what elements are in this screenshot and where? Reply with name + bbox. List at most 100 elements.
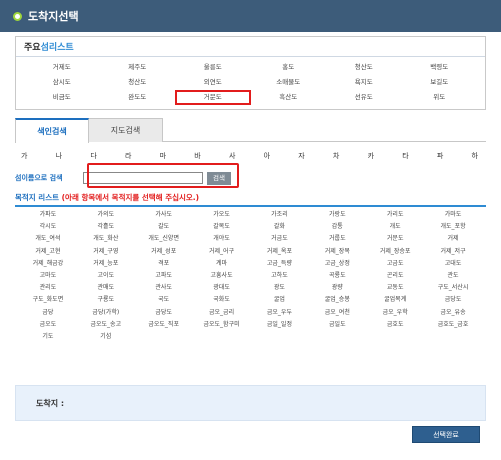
major-island-item[interactable]: 제주도 <box>100 60 176 75</box>
destination-item[interactable]: 거제_장승포 <box>366 246 424 258</box>
destination-item[interactable]: 기섬 <box>77 331 135 343</box>
destination-item[interactable]: 관매도 <box>77 282 135 294</box>
destination-item[interactable]: 금호도_금호 <box>424 319 482 331</box>
destination-item[interactable]: 개야도 <box>193 233 251 245</box>
search-button[interactable]: 검색 <box>207 171 231 185</box>
destination-item[interactable]: 굴업목계 <box>366 294 424 306</box>
destination-item[interactable]: 가리도 <box>366 209 424 221</box>
destination-item[interactable]: 교동도 <box>366 282 424 294</box>
major-island-item[interactable]: 울릉도 <box>175 60 251 75</box>
destination-item[interactable]: 거제_구영 <box>77 246 135 258</box>
destination-item[interactable]: 갈화 <box>251 221 309 233</box>
major-island-item[interactable]: 외연도 <box>175 75 251 90</box>
destination-item[interactable]: 고금_득량 <box>251 258 309 270</box>
destination-item[interactable]: 계마 <box>193 258 251 270</box>
destination-item[interactable]: 국도 <box>135 294 193 306</box>
destination-item[interactable]: 감통 <box>308 221 366 233</box>
destination-item[interactable]: 고하도 <box>251 270 309 282</box>
consonant-link[interactable]: 파 <box>437 151 443 163</box>
destination-item[interactable]: 거룹도 <box>308 233 366 245</box>
confirm-selection-button[interactable]: 선택완료 <box>412 426 480 443</box>
major-island-item[interactable]: 비금도 <box>24 90 100 105</box>
destination-item[interactable]: 고금도 <box>366 258 424 270</box>
destination-item[interactable]: 금오_금리 <box>193 307 251 319</box>
major-island-item[interactable]: 소매물도 <box>251 75 327 90</box>
major-island-item[interactable]: 홍도 <box>251 60 327 75</box>
consonant-link[interactable]: 나 <box>56 151 62 163</box>
consonant-link[interactable]: 마 <box>160 151 166 163</box>
destination-item[interactable]: 개도_포항 <box>424 221 482 233</box>
major-island-item[interactable]: 보길도 <box>402 75 478 90</box>
tab-map-search[interactable]: 지도검색 <box>89 118 163 142</box>
destination-item[interactable]: 거제_고현 <box>19 246 77 258</box>
destination-item[interactable]: 광량 <box>308 282 366 294</box>
tab-index-search[interactable]: 색인검색 <box>15 118 89 143</box>
destination-item[interactable]: 곡룡도 <box>308 270 366 282</box>
destination-item[interactable]: 고흥사도 <box>193 270 251 282</box>
destination-item[interactable]: 금오_유송 <box>424 307 482 319</box>
destination-item[interactable]: 금오_우학 <box>366 307 424 319</box>
destination-item[interactable]: 광대도 <box>193 282 251 294</box>
destination-item[interactable]: 고마도 <box>19 270 77 282</box>
destination-item[interactable]: 거금도 <box>251 233 309 245</box>
consonant-link[interactable]: 자 <box>298 151 304 163</box>
destination-item[interactable]: 개도 <box>366 221 424 233</box>
destination-item[interactable]: 금일_일정 <box>251 319 309 331</box>
destination-item[interactable]: 개도_여석 <box>19 233 77 245</box>
major-island-item[interactable]: 청산도 <box>100 75 176 90</box>
destination-item[interactable]: 거제_능포 <box>77 258 135 270</box>
destination-item[interactable]: 개도_화산 <box>77 233 135 245</box>
destination-item[interactable]: 금당도 <box>135 307 193 319</box>
consonant-link[interactable]: 라 <box>125 151 131 163</box>
consonant-link[interactable]: 다 <box>90 151 96 163</box>
destination-item[interactable]: 가파도 <box>19 209 77 221</box>
destination-item[interactable]: 고이도 <box>77 270 135 282</box>
destination-item[interactable]: 굴업 <box>251 294 309 306</box>
destination-item[interactable]: 거제 <box>424 233 482 245</box>
major-island-item[interactable]: 위도 <box>402 90 478 105</box>
major-island-item[interactable]: 삼시도 <box>24 75 100 90</box>
destination-item[interactable]: 기도 <box>19 331 77 343</box>
consonant-link[interactable]: 아 <box>264 151 270 163</box>
destination-item[interactable]: 금오도 <box>19 319 77 331</box>
consonant-link[interactable]: 타 <box>402 151 408 163</box>
destination-item[interactable]: 곤리도 <box>366 270 424 282</box>
destination-item[interactable]: 가랑도 <box>308 209 366 221</box>
destination-item[interactable]: 금오도_직포 <box>135 319 193 331</box>
destination-item[interactable]: 국화도 <box>193 294 251 306</box>
destination-item[interactable]: 거제_장목 <box>308 246 366 258</box>
consonant-link[interactable]: 사 <box>229 151 235 163</box>
destination-item[interactable]: 구도_서산시 <box>424 282 482 294</box>
destination-item[interactable]: 가오도 <box>193 209 251 221</box>
destination-item[interactable]: 고금_상정 <box>308 258 366 270</box>
destination-item[interactable]: 각시도 <box>19 221 77 233</box>
destination-item[interactable]: 거제_어구 <box>193 246 251 258</box>
destination-item[interactable]: 금오_우두 <box>251 307 309 319</box>
major-island-item[interactable]: 욕지도 <box>326 75 402 90</box>
destination-item[interactable]: 구도_화도면 <box>19 294 77 306</box>
destination-item[interactable]: 각흘도 <box>77 221 135 233</box>
destination-item[interactable]: 금호도 <box>366 319 424 331</box>
destination-item[interactable]: 금오도_함구미 <box>193 319 251 331</box>
destination-item[interactable]: 관사도 <box>135 282 193 294</box>
island-name-search-input[interactable] <box>83 172 203 184</box>
major-island-item[interactable]: 흑산도 <box>251 90 327 105</box>
destination-item[interactable]: 관도 <box>424 270 482 282</box>
destination-item[interactable]: 개도_신양면 <box>135 233 193 245</box>
destination-item[interactable]: 금일도 <box>308 319 366 331</box>
destination-item[interactable]: 금당 <box>19 307 77 319</box>
destination-item[interactable]: 갈목도 <box>193 221 251 233</box>
destination-item[interactable]: 거제_성포 <box>135 246 193 258</box>
destination-item[interactable]: 금당(가학) <box>77 307 135 319</box>
destination-item[interactable]: 금당도 <box>424 294 482 306</box>
destination-item[interactable]: 거제_해금강 <box>19 258 77 270</box>
destination-item[interactable]: 굴업_승봉 <box>308 294 366 306</box>
destination-item[interactable]: 관리도 <box>19 282 77 294</box>
destination-item[interactable]: 거제_저구 <box>424 246 482 258</box>
major-island-item[interactable]: 선유도 <box>326 90 402 105</box>
destination-item[interactable]: 가마도 <box>424 209 482 221</box>
major-island-item[interactable]: 거문도 <box>175 90 251 105</box>
consonant-link[interactable]: 하 <box>472 151 478 163</box>
major-island-item[interactable]: 거제도 <box>24 60 100 75</box>
destination-item[interactable]: 거제_옥포 <box>251 246 309 258</box>
